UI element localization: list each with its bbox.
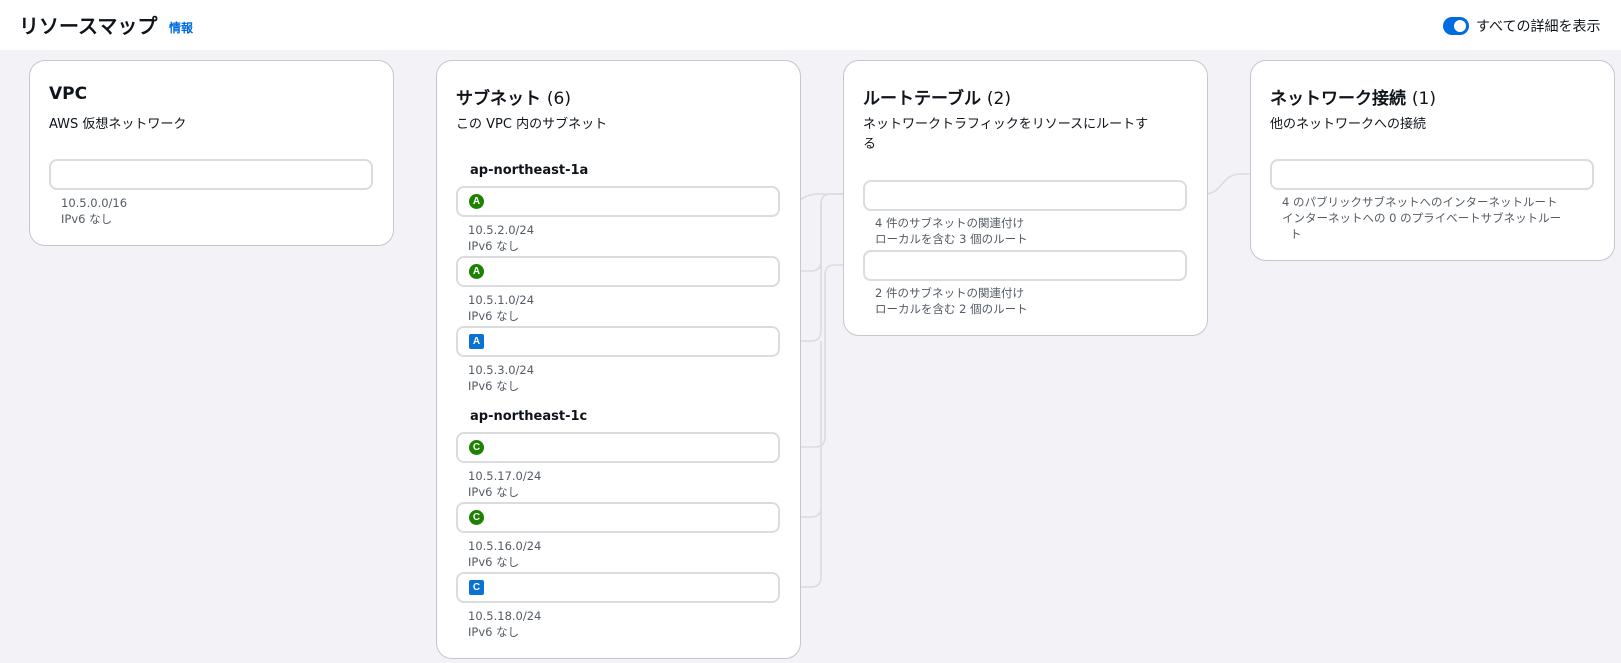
resource-map-header: リソースマップ 情報 すべての詳細を表示 xyxy=(0,0,1621,50)
route-tables-card-description: ネットワークトラフィックをリソースにルートす る xyxy=(863,115,1148,155)
vpc-card: VPC AWS 仮想ネットワーク 10.5.0.0/16 IPv6 なし xyxy=(29,60,394,246)
subnet-cidr: 10.5.17.0/24 xyxy=(468,469,542,483)
subnet-item[interactable]: A xyxy=(456,326,780,357)
route-tables-card-title: ルートテーブル (2) xyxy=(863,84,1011,109)
network-count: (1) xyxy=(1411,89,1437,109)
subnet-item[interactable]: A xyxy=(456,256,780,287)
az-badge-public: C xyxy=(469,440,484,455)
az-badge-public: A xyxy=(469,194,484,209)
route-table-item[interactable] xyxy=(863,250,1187,281)
subnet-cidr: 10.5.2.0/24 xyxy=(468,223,535,237)
route-table-routes: ローカルを含む 3 個のルート xyxy=(875,232,1028,246)
subnet-ipv6: IPv6 なし xyxy=(468,485,520,499)
network-card-title: ネットワーク接続 (1) xyxy=(1270,84,1436,109)
subnet-cidr: 10.5.16.0/24 xyxy=(468,539,542,553)
vpc-cidr: 10.5.0.0/16 xyxy=(61,196,128,210)
route-table-routes: ローカルを含む 2 個のルート xyxy=(875,302,1028,316)
subnet-item[interactable]: C xyxy=(456,432,780,463)
connection-detail-line2: インターネットへの 0 のプライベートサブネットルー xyxy=(1282,211,1562,225)
network-title-text: ネットワーク接続 xyxy=(1270,89,1406,109)
show-details-label: すべての詳細を表示 xyxy=(1476,19,1601,35)
subnet-ipv6: IPv6 なし xyxy=(468,379,520,393)
subnet-ipv6: IPv6 なし xyxy=(468,625,520,639)
subnets-title-text: サブネット xyxy=(456,89,541,109)
az-badge-private: C xyxy=(469,580,484,595)
subnets-card: サブネット (6) この VPC 内のサブネット ap-northeast-1a… xyxy=(436,60,801,659)
vpc-card-title: VPC xyxy=(49,84,88,104)
page-title: リソースマップ xyxy=(19,14,158,38)
route-table-associations: 4 件のサブネットの関連付け xyxy=(875,216,1024,230)
route-tables-description-line2: る xyxy=(863,137,877,152)
subnet-ipv6: IPv6 なし xyxy=(468,555,520,569)
show-details-toggle[interactable] xyxy=(1443,17,1469,35)
subnet-item[interactable]: C xyxy=(456,502,780,533)
vpc-resource[interactable] xyxy=(49,159,373,190)
network-card-description: 他のネットワークへの接続 xyxy=(1270,117,1427,132)
connection-detail-line3: ト xyxy=(1290,227,1302,241)
subnet-cidr: 10.5.3.0/24 xyxy=(468,363,535,377)
subnet-item[interactable]: C xyxy=(456,572,780,603)
az-label: ap-northeast-1a xyxy=(470,163,589,178)
route-table-item[interactable] xyxy=(863,180,1187,211)
subnets-card-title: サブネット (6) xyxy=(456,84,571,109)
vpc-ipv6: IPv6 なし xyxy=(61,212,113,226)
az-badge-private: A xyxy=(469,334,484,349)
internet-gateway-item[interactable] xyxy=(1270,159,1594,190)
subnets-card-description: この VPC 内のサブネット xyxy=(456,117,608,132)
az-label: ap-northeast-1c xyxy=(470,409,588,424)
subnets-count: (6) xyxy=(546,89,572,109)
subnet-ipv6: IPv6 なし xyxy=(468,309,520,323)
subnet-ipv6: IPv6 なし xyxy=(468,239,520,253)
info-link[interactable]: 情報 xyxy=(169,19,193,36)
toggle-knob xyxy=(1454,20,1466,32)
route-tables-description-line1: ネットワークトラフィックをリソースにルートす xyxy=(863,117,1149,132)
route-tables-title-text: ルートテーブル xyxy=(863,89,981,109)
subnet-cidr: 10.5.18.0/24 xyxy=(468,609,542,623)
route-tables-card: ルートテーブル (2) ネットワークトラフィックをリソースにルートす る 4 件… xyxy=(843,60,1208,336)
az-badge-public: A xyxy=(469,264,484,279)
az-badge-public: C xyxy=(469,510,484,525)
subnet-cidr: 10.5.1.0/24 xyxy=(468,293,535,307)
subnet-item[interactable]: A xyxy=(456,186,780,217)
connection-detail-line1: 4 のパブリックサブネットへのインターネットルート xyxy=(1282,195,1558,209)
vpc-card-description: AWS 仮想ネットワーク xyxy=(49,117,187,132)
network-connections-card: ネットワーク接続 (1) 他のネットワークへの接続 4 のパブリックサブネットへ… xyxy=(1250,60,1615,261)
route-tables-count: (2) xyxy=(986,89,1011,109)
route-table-associations: 2 件のサブネットの関連付け xyxy=(875,286,1024,300)
